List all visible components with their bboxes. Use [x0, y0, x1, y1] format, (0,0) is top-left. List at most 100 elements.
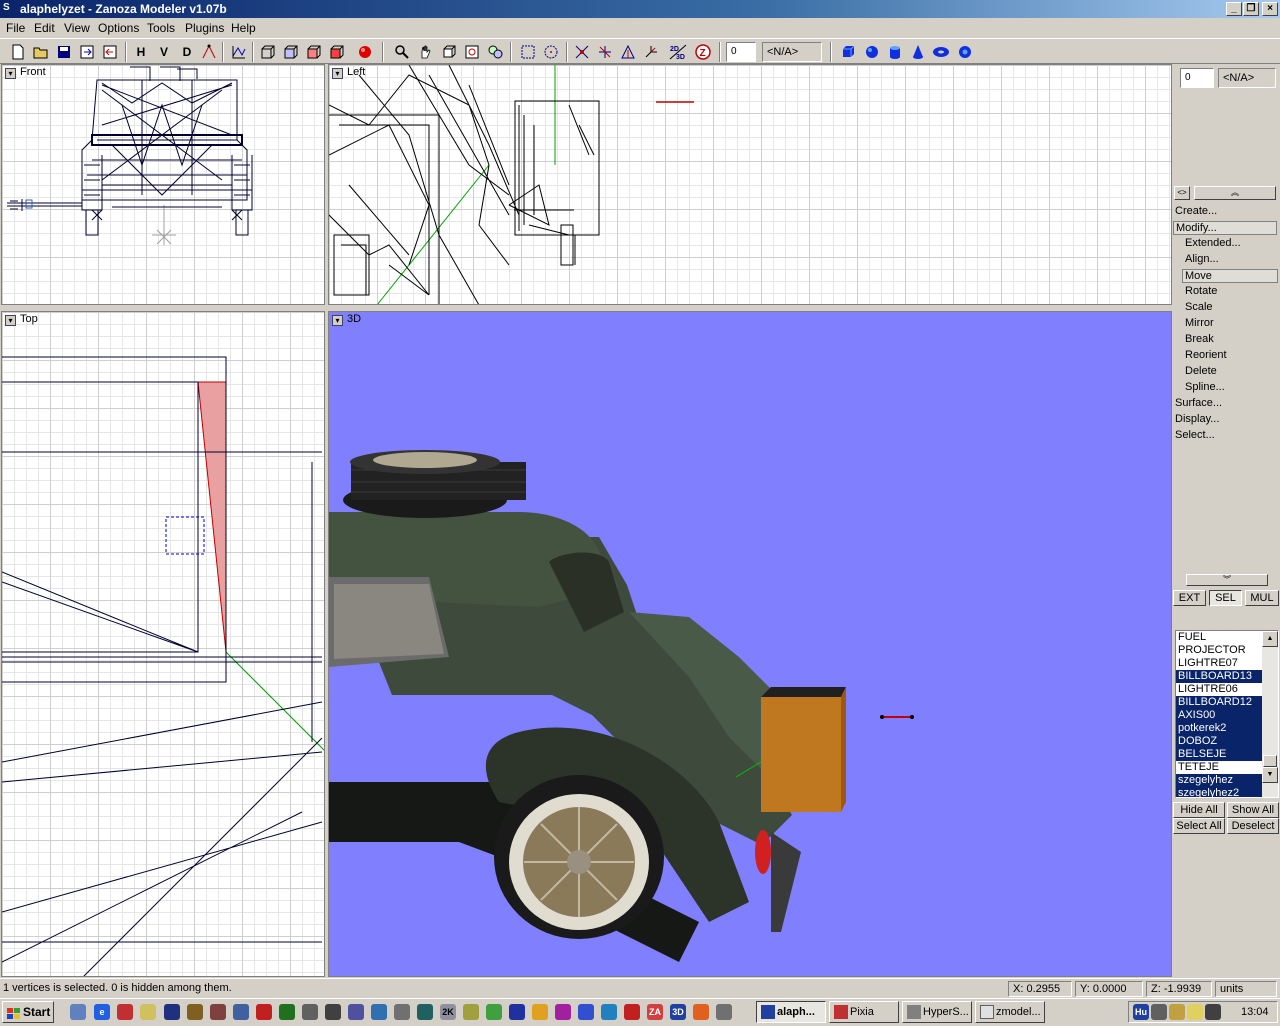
quicklaunch-ie-icon[interactable]: e	[94, 1004, 110, 1020]
panel-menu-item[interactable]: Delete	[1185, 365, 1217, 377]
edge-tool-icon[interactable]	[595, 42, 615, 62]
menu-help[interactable]: Help	[231, 21, 256, 35]
delete-button[interactable]: D	[177, 42, 197, 62]
panel-menu-item[interactable]: Move	[1182, 269, 1278, 283]
menu-options[interactable]: Options	[98, 21, 139, 35]
quicklaunch-app17-icon[interactable]	[624, 1004, 640, 1020]
primitive-cylinder-icon[interactable]	[885, 42, 905, 62]
menu-plugins[interactable]: Plugins	[185, 21, 224, 35]
quicklaunch-desktop-icon[interactable]	[70, 1004, 86, 1020]
task-hypersnap[interactable]: HyperS...	[902, 1001, 972, 1023]
open-folder-icon[interactable]	[31, 42, 51, 62]
menu-edit[interactable]: Edit	[34, 21, 55, 35]
restore-button[interactable]: ❐	[1243, 2, 1259, 16]
box-shaded-icon[interactable]	[304, 42, 324, 62]
view-button[interactable]: V	[154, 42, 174, 62]
panel-menu-item[interactable]: Select...	[1175, 429, 1215, 441]
box-solid-icon[interactable]	[281, 42, 301, 62]
viewport-top[interactable]: ▾ Top	[1, 311, 325, 977]
box-wire-icon[interactable]	[258, 42, 278, 62]
viewport-menu-icon[interactable]: ▾	[5, 68, 16, 79]
select-all-button[interactable]: Select All	[1173, 818, 1225, 834]
face-tool-icon[interactable]	[618, 42, 638, 62]
panel-menu-item[interactable]: Align...	[1185, 253, 1219, 265]
new-file-icon[interactable]	[8, 42, 28, 62]
quicklaunch-app3-icon[interactable]	[279, 1004, 295, 1020]
toolbar-spin-input[interactable]: 0	[726, 42, 756, 62]
object-list-item[interactable]: FUEL	[1176, 631, 1264, 644]
circle-select-icon[interactable]	[541, 42, 561, 62]
panel-menu-item[interactable]: Reorient	[1185, 349, 1227, 361]
quicklaunch-2k-icon[interactable]: 2K	[440, 1004, 456, 1020]
hide-all-button[interactable]: Hide All	[1173, 802, 1225, 818]
volume-icon[interactable]	[1169, 1004, 1185, 1020]
object-list-item[interactable]: LIGHTRE06	[1176, 683, 1264, 696]
viewport-front[interactable]: ▾ Front	[1, 64, 325, 305]
menu-tools[interactable]: Tools	[147, 21, 175, 35]
minimize-button[interactable]: _	[1226, 2, 1242, 16]
quicklaunch-media-icon[interactable]	[164, 1004, 180, 1020]
panel-toggle-button[interactable]: <>	[1174, 186, 1190, 200]
panel-spin-input[interactable]: 0	[1180, 68, 1214, 88]
quicklaunch-app-icon[interactable]	[117, 1004, 133, 1020]
hide-button[interactable]: H	[131, 42, 151, 62]
panel-menu-item[interactable]: Surface...	[1175, 397, 1222, 409]
quicklaunch-app4-icon[interactable]	[302, 1004, 318, 1020]
quicklaunch-3d-icon[interactable]: 3D	[670, 1004, 686, 1020]
mode-mul-button[interactable]: MUL	[1245, 590, 1279, 606]
object-list-item[interactable]: BILLBOARD13	[1176, 670, 1264, 683]
quicklaunch-app19-icon[interactable]	[716, 1004, 732, 1020]
mode-sel-button[interactable]: SEL	[1209, 590, 1242, 606]
viewport-menu-icon[interactable]: ▾	[332, 68, 343, 79]
toolbar-value-field[interactable]: <N/A>	[762, 42, 822, 62]
object-list-item[interactable]: LIGHTRE07	[1176, 657, 1264, 670]
object-list[interactable]: FUEL PROJECTOR LIGHTRE07 BILLBOARD13 LIGHTRE…	[1175, 630, 1279, 798]
quicklaunch-app5-icon[interactable]	[325, 1004, 341, 1020]
task-alaph[interactable]: alaph...	[756, 1001, 826, 1023]
render-sphere-icon[interactable]	[355, 42, 375, 62]
start-button[interactable]: Start	[2, 1001, 54, 1023]
pan-hand-icon[interactable]	[416, 42, 436, 62]
panel-value-field[interactable]: <N/A>	[1218, 68, 1276, 88]
object-list-item[interactable]: BILLBOARD12	[1176, 696, 1264, 709]
tray-app-icon[interactable]	[1187, 1004, 1203, 1020]
quicklaunch-paint-icon[interactable]	[210, 1004, 226, 1020]
save-icon[interactable]	[54, 42, 74, 62]
scroll-down-button[interactable]: ︾	[1186, 574, 1268, 586]
axis-tool-icon[interactable]	[641, 42, 661, 62]
panel-menu-item[interactable]: Create...	[1175, 205, 1217, 217]
scroll-up-button[interactable]: ︽	[1194, 186, 1276, 200]
quicklaunch-app16-icon[interactable]	[601, 1004, 617, 1020]
quicklaunch-app2-icon[interactable]	[256, 1004, 272, 1020]
scroll-up-arrow-icon[interactable]: ▲	[1262, 631, 1278, 647]
menu-view[interactable]: View	[64, 21, 90, 35]
quicklaunch-app9-icon[interactable]	[417, 1004, 433, 1020]
quicklaunch-app8-icon[interactable]	[394, 1004, 410, 1020]
quicklaunch-cd-icon[interactable]	[233, 1004, 249, 1020]
primitive-box-icon[interactable]	[838, 42, 858, 62]
quicklaunch-app15-icon[interactable]	[578, 1004, 594, 1020]
zoom-icon[interactable]	[392, 42, 412, 62]
primitive-tube-icon[interactable]	[955, 42, 975, 62]
scroll-down-arrow-icon[interactable]: ▼	[1262, 767, 1278, 783]
object-list-item[interactable]: DOBOZ	[1176, 735, 1264, 748]
primitive-cone-icon[interactable]	[908, 42, 928, 62]
panel-menu-item[interactable]: Extended...	[1185, 237, 1241, 249]
object-list-scrollbar[interactable]: ▲ ▼	[1262, 631, 1278, 797]
quicklaunch-app14-icon[interactable]	[555, 1004, 571, 1020]
viewport-menu-icon[interactable]: ▾	[332, 315, 343, 326]
box-textured-icon[interactable]	[327, 42, 347, 62]
network-icon[interactable]	[1151, 1004, 1167, 1020]
quicklaunch-app6-icon[interactable]	[348, 1004, 364, 1020]
object-list-item[interactable]: PROJECTOR	[1176, 644, 1264, 657]
panel-menu-item[interactable]: Rotate	[1185, 285, 1217, 297]
object-list-item[interactable]: szegelyhez2	[1176, 787, 1264, 797]
menu-file[interactable]: File	[6, 21, 25, 35]
quicklaunch-notepad-icon[interactable]	[140, 1004, 156, 1020]
spline-icon[interactable]	[229, 42, 249, 62]
scroll-thumb[interactable]	[1263, 755, 1277, 767]
task-zmodel[interactable]: zmodel...	[975, 1001, 1045, 1023]
language-indicator[interactable]: Hu	[1133, 1004, 1149, 1020]
primitive-sphere-icon[interactable]	[862, 42, 882, 62]
2d-3d-toggle-icon[interactable]: 2D 3D	[668, 42, 688, 62]
